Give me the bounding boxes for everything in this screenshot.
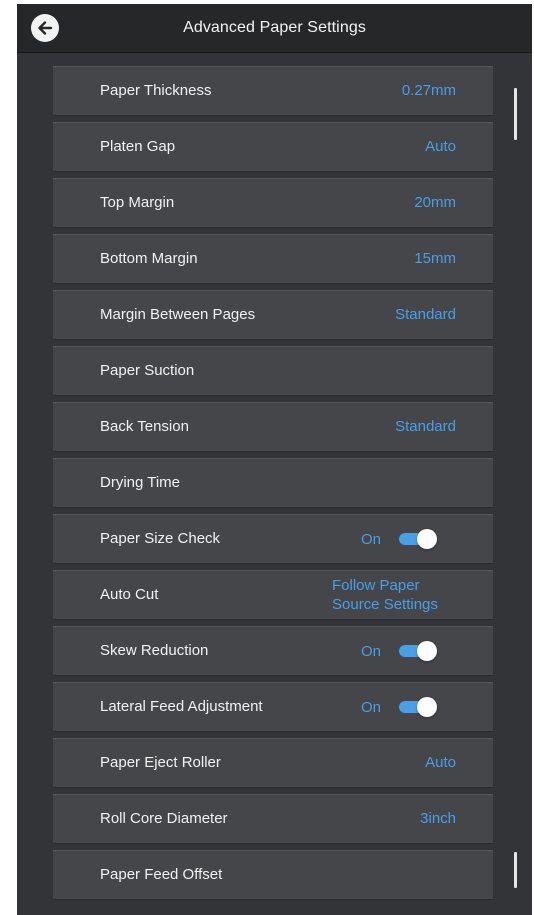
setting-label: Paper Feed Offset bbox=[100, 866, 223, 883]
switch-knob bbox=[417, 697, 437, 717]
setting-lateral-feed-adjustment[interactable]: Lateral Feed Adjustment On bbox=[53, 682, 493, 732]
setting-roll-core-diameter[interactable]: Roll Core Diameter 3inch bbox=[53, 794, 493, 844]
setting-paper-feed-offset[interactable]: Paper Feed Offset bbox=[53, 850, 493, 900]
toggle-state-text: On bbox=[360, 698, 381, 716]
back-button[interactable] bbox=[31, 14, 59, 42]
setting-skew-reduction[interactable]: Skew Reduction On bbox=[53, 626, 493, 676]
toggle-group: On bbox=[361, 627, 437, 675]
setting-paper-eject-roller[interactable]: Paper Eject Roller Auto bbox=[53, 738, 493, 788]
setting-label: Paper Thickness bbox=[100, 82, 212, 99]
scrollbar-thumb-bottom[interactable] bbox=[514, 852, 517, 888]
setting-platen-gap[interactable]: Platen Gap Auto bbox=[53, 122, 493, 172]
setting-drying-time[interactable]: Drying Time bbox=[53, 458, 493, 508]
setting-label: Back Tension bbox=[100, 418, 189, 435]
setting-value: Follow Paper Source Settings bbox=[332, 577, 438, 613]
setting-margin-between-pages[interactable]: Margin Between Pages Standard bbox=[53, 290, 493, 340]
setting-label: Paper Size Check bbox=[100, 530, 221, 547]
setting-label: Paper Eject Roller bbox=[100, 754, 221, 771]
setting-auto-cut[interactable]: Auto Cut Follow Paper Source Settings bbox=[53, 570, 493, 620]
scrollbar-thumb-top[interactable] bbox=[514, 88, 517, 140]
toggle-state-text: On bbox=[360, 530, 381, 548]
setting-label: Bottom Margin bbox=[100, 250, 198, 267]
setting-paper-thickness[interactable]: Paper Thickness 0.27mm bbox=[53, 66, 493, 116]
setting-paper-size-check[interactable]: Paper Size Check On bbox=[53, 514, 493, 564]
setting-value: Standard bbox=[395, 306, 456, 323]
setting-value: 20mm bbox=[414, 194, 456, 211]
switch-knob bbox=[417, 641, 437, 661]
setting-back-tension[interactable]: Back Tension Standard bbox=[53, 402, 493, 452]
setting-label: Margin Between Pages bbox=[100, 306, 256, 323]
setting-paper-suction[interactable]: Paper Suction bbox=[53, 346, 493, 396]
setting-label: Skew Reduction bbox=[100, 642, 209, 659]
settings-list: Paper Thickness 0.27mm Platen Gap Auto T… bbox=[53, 66, 493, 906]
setting-bottom-margin[interactable]: Bottom Margin 15mm bbox=[53, 234, 493, 284]
setting-label: Lateral Feed Adjustment bbox=[100, 698, 263, 715]
setting-value: Auto bbox=[425, 754, 456, 771]
setting-top-margin[interactable]: Top Margin 20mm bbox=[53, 178, 493, 228]
app-window: Advanced Paper Settings Paper Thickness … bbox=[17, 4, 532, 915]
setting-label: Roll Core Diameter bbox=[100, 810, 228, 827]
setting-value: 15mm bbox=[414, 250, 456, 267]
arrow-left-icon bbox=[38, 21, 53, 35]
switch-knob bbox=[417, 529, 437, 549]
paper-size-check-switch[interactable] bbox=[397, 528, 437, 550]
page-title: Advanced Paper Settings bbox=[183, 19, 366, 36]
toggle-group: On bbox=[361, 515, 437, 563]
setting-value: 0.27mm bbox=[401, 82, 456, 99]
header-bar: Advanced Paper Settings bbox=[17, 4, 532, 53]
toggle-state-text: On bbox=[360, 642, 381, 660]
setting-label: Auto Cut bbox=[100, 586, 159, 603]
toggle-group: On bbox=[361, 683, 437, 731]
setting-value: Standard bbox=[395, 418, 456, 435]
setting-value: Auto bbox=[425, 138, 456, 155]
lateral-feed-adjustment-switch[interactable] bbox=[397, 696, 437, 718]
setting-label: Drying Time bbox=[100, 474, 181, 491]
skew-reduction-switch[interactable] bbox=[397, 640, 437, 662]
setting-label: Paper Suction bbox=[100, 362, 195, 379]
setting-value: 3inch bbox=[420, 810, 456, 827]
setting-label: Platen Gap bbox=[100, 138, 176, 155]
setting-label: Top Margin bbox=[100, 194, 175, 211]
